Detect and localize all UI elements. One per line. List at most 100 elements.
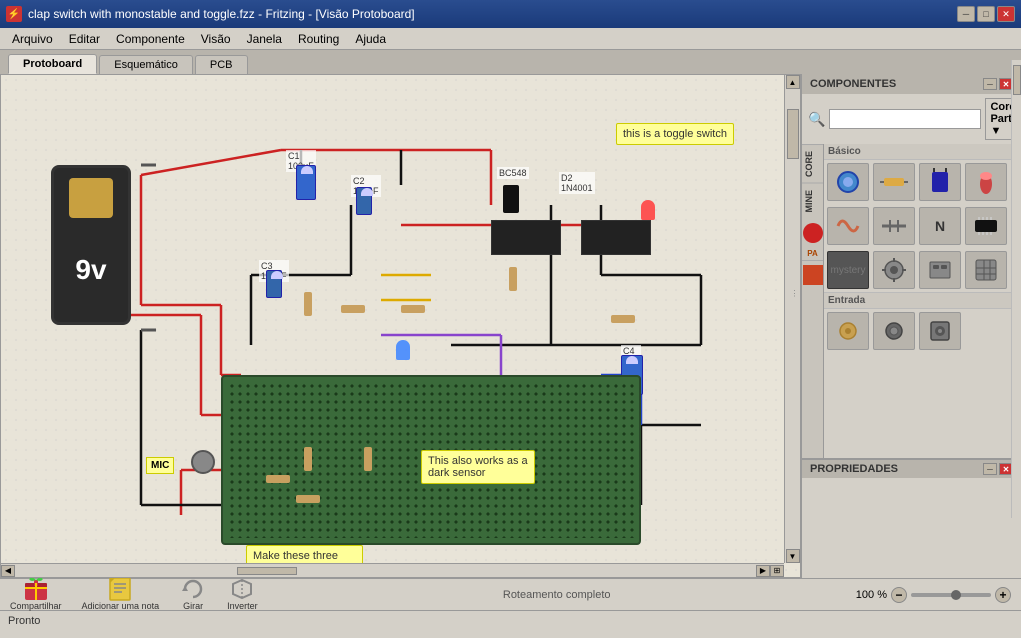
bc548-transistor[interactable]: [503, 185, 519, 213]
zoom-thumb[interactable]: [951, 590, 961, 600]
comp-cell-14[interactable]: [873, 312, 915, 350]
scroll-right-btn[interactable]: ▶: [756, 565, 770, 577]
basico-section-label: Básico: [824, 144, 1021, 160]
side-nav: CORE MINE PA: [802, 144, 824, 458]
menu-visao[interactable]: Visão: [193, 29, 239, 49]
tab-esquematico[interactable]: Esquemático: [99, 55, 193, 74]
inverter-button[interactable]: Inverter: [227, 578, 258, 611]
tab-protoboard[interactable]: Protoboard: [8, 54, 97, 74]
resistor-1[interactable]: [304, 292, 312, 316]
resistor-6[interactable]: [266, 475, 290, 483]
annotation-dark-sensor[interactable]: This also works as adark sensor: [421, 450, 535, 484]
comp-cell-5[interactable]: [827, 207, 869, 245]
search-icon[interactable]: 🔍: [808, 111, 825, 128]
v-scroll-thumb[interactable]: [787, 109, 799, 159]
props-minimize-btn[interactable]: ─: [983, 463, 997, 475]
menu-routing[interactable]: Routing: [290, 29, 347, 49]
comp-cell-1[interactable]: [827, 163, 869, 201]
annotation-toggle[interactable]: this is a toggle switch: [616, 123, 734, 145]
scroll-left-btn[interactable]: ◀: [1, 565, 15, 577]
capacitor-c3[interactable]: [266, 270, 282, 298]
tab-pcb[interactable]: PCB: [195, 55, 248, 74]
ic-chip-2[interactable]: [581, 220, 651, 255]
search-input[interactable]: [829, 109, 981, 129]
comp-cell-12[interactable]: [965, 251, 1007, 289]
right-panel: COMPONENTES ─ ✕ 🔍 Core Parts ▼ ☰ CORE MI…: [801, 74, 1021, 578]
comp-cell-3[interactable]: [919, 163, 961, 201]
red-brand-icon[interactable]: [803, 265, 823, 285]
led-red[interactable]: [641, 200, 655, 220]
menu-arquivo[interactable]: Arquivo: [4, 29, 61, 49]
components-title: COMPONENTES: [810, 78, 896, 90]
comp-cell-4[interactable]: [965, 163, 1007, 201]
comp-cell-2[interactable]: [873, 163, 915, 201]
menu-janela[interactable]: Janela: [239, 29, 290, 49]
resistor-9[interactable]: [509, 267, 517, 291]
h-scroll-thumb[interactable]: [237, 567, 297, 575]
comp-cell-11[interactable]: [919, 251, 961, 289]
comp-cell-13[interactable]: [827, 312, 869, 350]
led-blue[interactable]: [396, 340, 410, 360]
inverter-label: Inverter: [227, 601, 258, 611]
v-scrollbar[interactable]: ▲ ⋮ ▼: [784, 75, 800, 563]
main-layout: 9v C1100μF C2100nF C3100nF C41μF BC548 D…: [0, 74, 1021, 578]
menu-editar[interactable]: Editar: [61, 29, 108, 49]
dropdown-arrow-icon: ▼: [990, 125, 1001, 137]
comp-cell-7[interactable]: N: [919, 207, 961, 245]
resistor-5[interactable]: [364, 447, 372, 471]
mine-nav-item[interactable]: MINE: [802, 183, 823, 219]
canvas-area[interactable]: 9v C1100μF C2100nF C3100nF C41μF BC548 D…: [0, 74, 801, 578]
h-scroll-track: [15, 567, 756, 575]
nota-label: Adicionar uma nota: [82, 601, 160, 611]
close-button[interactable]: ✕: [997, 6, 1015, 22]
rotate-icon: [179, 578, 207, 600]
resistor-7[interactable]: [296, 495, 320, 503]
menu-ajuda[interactable]: Ajuda: [347, 29, 394, 49]
components-row-2: N: [824, 204, 1021, 248]
mic-label: MIC: [146, 457, 174, 474]
capacitor-c2[interactable]: [356, 187, 372, 215]
panel-minimize-btn[interactable]: ─: [983, 78, 997, 90]
ic-chip-1[interactable]: [491, 220, 561, 255]
compartilhar-button[interactable]: Compartilhar: [10, 578, 62, 611]
components-grid-area: Básico: [824, 144, 1021, 458]
comp-cell-10[interactable]: [873, 251, 915, 289]
scroll-indicator: ⋮: [791, 289, 799, 298]
panel-v-scrollbar[interactable]: [1011, 144, 1021, 458]
core-nav-item[interactable]: CORE: [802, 144, 823, 183]
capacitor-c1[interactable]: [296, 165, 316, 200]
arduino-icon[interactable]: [803, 223, 823, 243]
tab-bar: Protoboard Esquemático PCB: [0, 50, 1021, 74]
components-row-1: [824, 160, 1021, 204]
comp-cell-6[interactable]: [873, 207, 915, 245]
scroll-up-btn[interactable]: ▲: [786, 75, 800, 89]
girar-button[interactable]: Girar: [179, 578, 207, 611]
bc548-label: BC548: [497, 167, 529, 179]
minimize-button[interactable]: ─: [957, 6, 975, 22]
battery-component[interactable]: 9v: [51, 165, 131, 325]
comp-cell-15[interactable]: [919, 312, 961, 350]
panel-body: CORE MINE PA Básico: [802, 144, 1021, 458]
mystery-comp-cell[interactable]: mystery: [827, 251, 869, 289]
zoom-out-btn[interactable]: −: [891, 587, 907, 603]
resistor-2[interactable]: [341, 305, 365, 313]
maximize-button[interactable]: □: [977, 6, 995, 22]
properties-title: PROPRIEDADES: [810, 463, 898, 475]
zoom-level: 100 %: [856, 589, 887, 601]
microphone[interactable]: [191, 450, 215, 474]
resistor-4[interactable]: [304, 447, 312, 471]
note-icon: [106, 578, 134, 600]
resistor-10[interactable]: [611, 315, 635, 323]
comp-cell-8[interactable]: [965, 207, 1007, 245]
zoom-in-btn[interactable]: +: [995, 587, 1011, 603]
zoom-slider[interactable]: [911, 593, 991, 597]
properties-header: PROPRIEDADES ─ ✕: [802, 460, 1021, 478]
panel-header-buttons: ─ ✕: [983, 78, 1013, 90]
resistor-3[interactable]: [401, 305, 425, 313]
pa-nav-item[interactable]: PA: [802, 247, 823, 261]
nota-button[interactable]: Adicionar uma nota: [82, 578, 160, 611]
menu-componente[interactable]: Componente: [108, 29, 193, 49]
h-scrollbar[interactable]: ◀ ▶ ⊞: [1, 563, 784, 577]
scroll-down-btn[interactable]: ▼: [786, 549, 800, 563]
flip-icon: [228, 578, 256, 600]
